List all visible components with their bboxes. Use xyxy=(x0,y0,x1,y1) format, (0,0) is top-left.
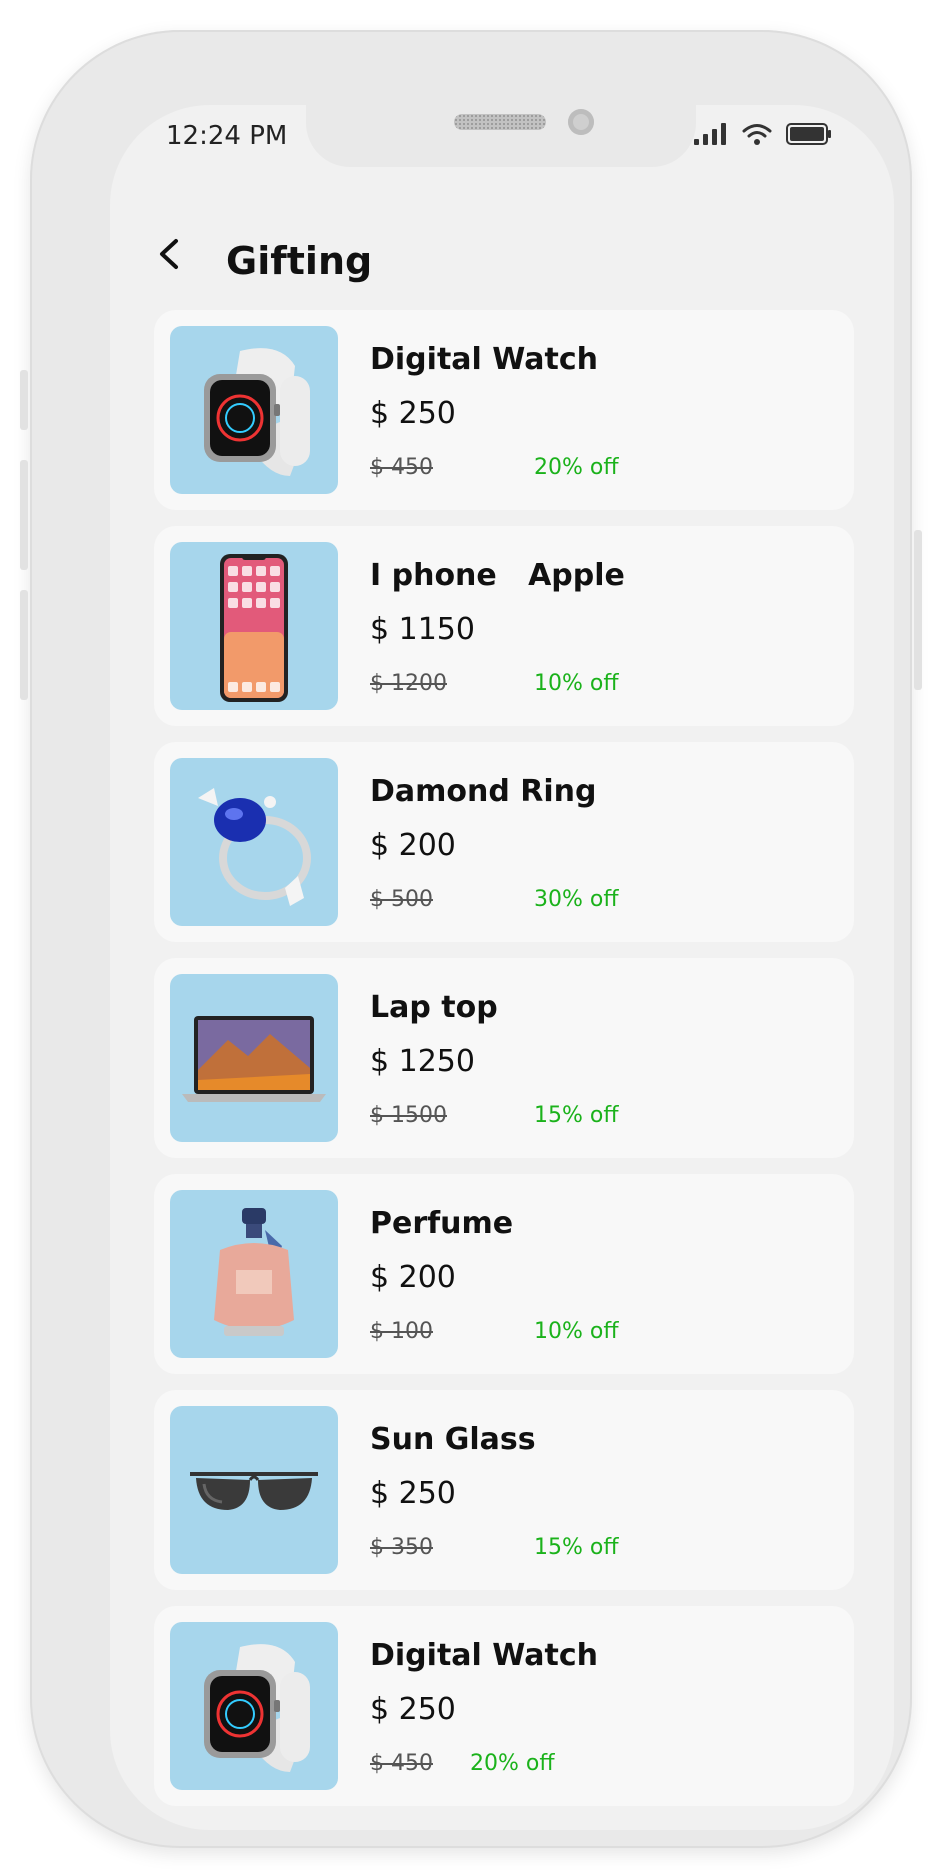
product-name: Sun Glass xyxy=(370,1422,536,1457)
signal-icon xyxy=(694,123,726,145)
product-image xyxy=(170,1406,338,1574)
ring-icon xyxy=(198,788,311,906)
speaker-grille xyxy=(454,114,546,130)
product-card[interactable]: Lap top $ 1250 $ 1500 15% off xyxy=(154,958,854,1158)
product-discount: 10% off xyxy=(534,671,619,696)
product-name: I phone Apple xyxy=(370,558,625,593)
product-card[interactable]: Perfume $ 200 $ 100 10% off xyxy=(154,1174,854,1374)
product-price: $ 1250 xyxy=(370,1044,475,1079)
product-image xyxy=(170,974,338,1142)
product-old-price: $ 450 xyxy=(370,1751,433,1776)
perfume-icon xyxy=(214,1208,294,1336)
product-image xyxy=(170,326,338,494)
product-discount: 15% off xyxy=(534,1535,619,1560)
product-price: $ 1150 xyxy=(370,612,475,647)
product-card[interactable]: Sun Glass $ 250 $ 350 15% off xyxy=(154,1390,854,1590)
product-discount: 15% off xyxy=(534,1103,619,1128)
phone-frame: 12:24 PM Gifting Digital Watch $ 250 $ 4… xyxy=(20,30,922,1848)
product-price: $ 250 xyxy=(370,1476,456,1511)
product-card[interactable]: I phone Apple $ 1150 $ 1200 10% off xyxy=(154,526,854,726)
status-icons xyxy=(694,123,832,145)
product-card[interactable]: Damond Ring $ 200 $ 500 30% off xyxy=(154,742,854,942)
product-discount: 10% off xyxy=(534,1319,619,1344)
page-title: Gifting xyxy=(226,239,373,283)
product-image xyxy=(170,1622,338,1790)
product-old-price: $ 350 xyxy=(370,1535,433,1560)
product-name: Lap top xyxy=(370,990,498,1025)
chevron-left-icon[interactable] xyxy=(150,223,190,283)
notch xyxy=(306,105,696,167)
product-name: Damond Ring xyxy=(370,774,597,809)
product-name: Digital Watch xyxy=(370,342,599,377)
product-price: $ 200 xyxy=(370,1260,456,1295)
power-button xyxy=(914,530,922,690)
product-image xyxy=(170,1190,338,1358)
app-screen: 12:24 PM Gifting Digital Watch $ 250 $ 4… xyxy=(110,105,894,1830)
product-image xyxy=(170,542,338,710)
product-old-price: $ 1200 xyxy=(370,671,447,696)
product-old-price: $ 1500 xyxy=(370,1103,447,1128)
product-old-price: $ 100 xyxy=(370,1319,433,1344)
product-old-price: $ 500 xyxy=(370,887,433,912)
product-image xyxy=(170,758,338,926)
product-card[interactable]: Digital Watch $ 250 $ 450 20% off xyxy=(154,1606,854,1806)
product-price: $ 250 xyxy=(370,396,456,431)
watch-icon xyxy=(204,348,310,476)
product-card[interactable]: Digital Watch $ 250 $ 450 20% off xyxy=(154,310,854,510)
laptop-icon xyxy=(182,1016,326,1102)
volume-up-button xyxy=(20,460,28,570)
page-header: Gifting xyxy=(150,215,850,295)
battery-icon xyxy=(786,123,831,145)
smartphone-icon xyxy=(220,554,288,702)
product-price: $ 250 xyxy=(370,1692,456,1727)
product-name: Digital Watch xyxy=(370,1638,599,1673)
product-discount: 20% off xyxy=(534,455,619,480)
product-name: Perfume xyxy=(370,1206,514,1241)
product-discount: 20% off xyxy=(470,1751,555,1776)
mute-switch xyxy=(20,370,28,430)
volume-down-button xyxy=(20,590,28,700)
watch-icon xyxy=(204,1644,310,1772)
product-discount: 30% off xyxy=(534,887,619,912)
front-camera xyxy=(568,109,594,135)
product-price: $ 200 xyxy=(370,828,456,863)
status-time: 12:24 PM xyxy=(166,121,288,151)
sunglasses-icon xyxy=(190,1472,318,1510)
wifi-icon xyxy=(742,124,772,145)
product-old-price: $ 450 xyxy=(370,455,433,480)
